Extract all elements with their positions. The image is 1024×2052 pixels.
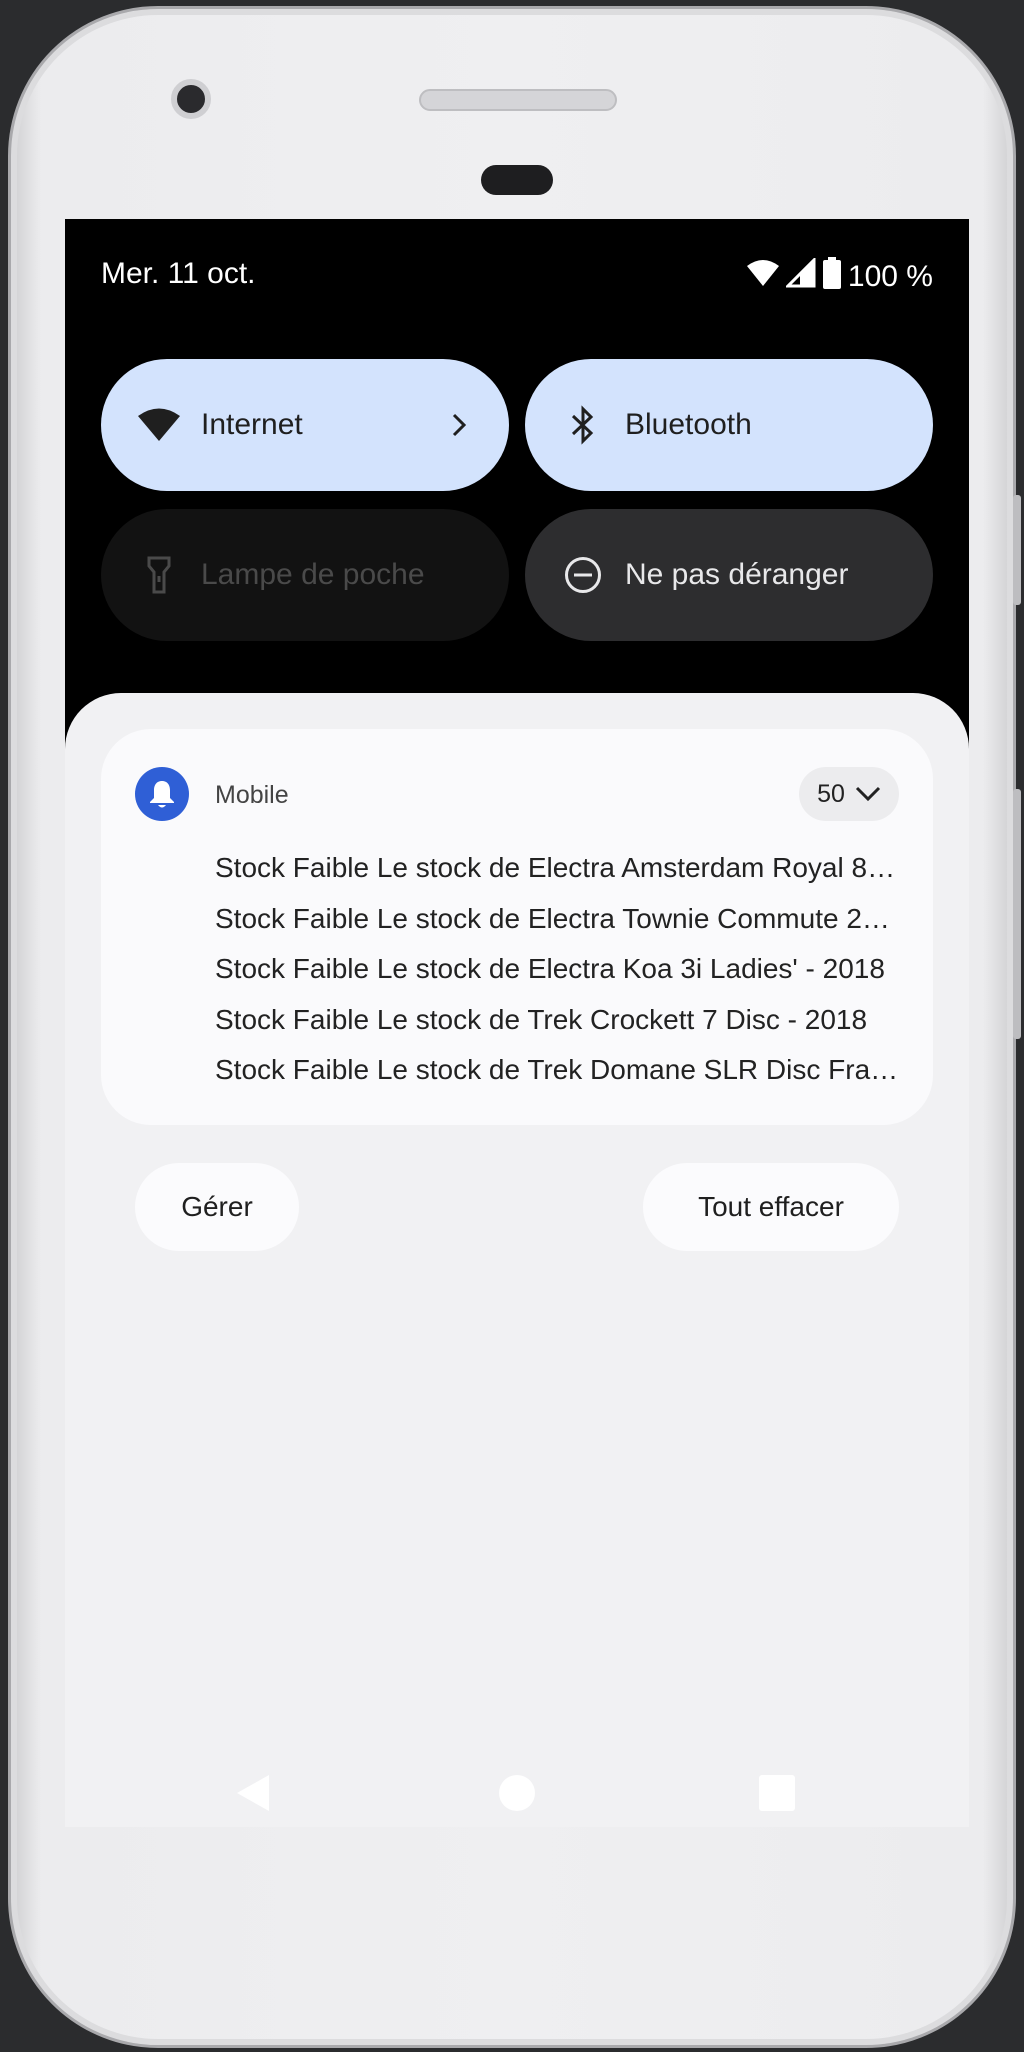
notification-lines: Stock Faible Le stock de Electra Amsterd… <box>215 843 899 1096</box>
notification-app-name: Mobile <box>215 781 289 809</box>
notification-shade: Mobile 50 Stock Faible Le stock de Elect… <box>65 693 969 1827</box>
power-button <box>1013 495 1021 605</box>
tile-bluetooth-label: Bluetooth <box>625 408 752 441</box>
bluetooth-icon <box>561 403 605 447</box>
wifi-status-icon <box>746 258 780 296</box>
bell-icon <box>135 767 189 821</box>
signal-icon <box>784 256 816 296</box>
notification-count: 50 <box>817 779 845 808</box>
notification-line: Stock Faible Le stock de Electra Townie … <box>215 902 899 934</box>
do-not-disturb-icon <box>561 553 605 597</box>
recents-icon[interactable] <box>759 1775 795 1811</box>
flashlight-icon <box>137 553 181 597</box>
home-icon[interactable] <box>499 1775 535 1811</box>
notification-line: Stock Faible Le stock de Electra Amsterd… <box>215 852 899 883</box>
phone-frame: Mer. 11 oct. 100 % Internet Bluetooth La… <box>8 6 1021 2048</box>
tile-flashlight[interactable]: Lampe de poche <box>101 509 509 641</box>
expand-button[interactable]: 50 <box>799 767 899 821</box>
notification-line: Stock Faible Le stock de Trek Domane SLR… <box>215 1054 899 1085</box>
battery-icon <box>822 257 842 297</box>
back-icon[interactable] <box>237 1775 269 1811</box>
proximity-sensor <box>481 165 553 195</box>
tile-internet-label: Internet <box>201 408 303 441</box>
navigation-bar <box>65 1763 969 1825</box>
notification-line: Stock Faible Le stock de Electra Koa 3i … <box>215 953 885 984</box>
wifi-icon <box>137 403 181 447</box>
notification-line: Stock Faible Le stock de Trek Crockett 7… <box>215 1003 868 1035</box>
front-camera <box>171 79 211 119</box>
tile-do-not-disturb-label: Ne pas déranger <box>625 558 849 591</box>
notification-card[interactable]: Mobile 50 Stock Faible Le stock de Elect… <box>101 729 933 1125</box>
clear-all-button[interactable]: Tout effacer <box>643 1163 899 1251</box>
screen: Mer. 11 oct. 100 % Internet Bluetooth La… <box>65 219 969 1827</box>
tile-bluetooth[interactable]: Bluetooth <box>525 359 933 491</box>
manage-button[interactable]: Gérer <box>135 1163 299 1251</box>
battery-percent: 100 % <box>847 260 933 293</box>
tile-do-not-disturb[interactable]: Ne pas déranger <box>525 509 933 641</box>
chevron-down-icon <box>855 780 881 809</box>
volume-button <box>1013 789 1021 1039</box>
earpiece-speaker <box>419 89 617 111</box>
status-icons: 100 % <box>746 256 933 297</box>
status-date: Mer. 11 oct. <box>101 257 256 290</box>
tile-internet[interactable]: Internet <box>101 359 509 491</box>
chevron-right-icon <box>445 411 473 439</box>
tile-flashlight-label: Lampe de poche <box>201 558 425 591</box>
status-bar: Mer. 11 oct. 100 % <box>65 219 969 329</box>
